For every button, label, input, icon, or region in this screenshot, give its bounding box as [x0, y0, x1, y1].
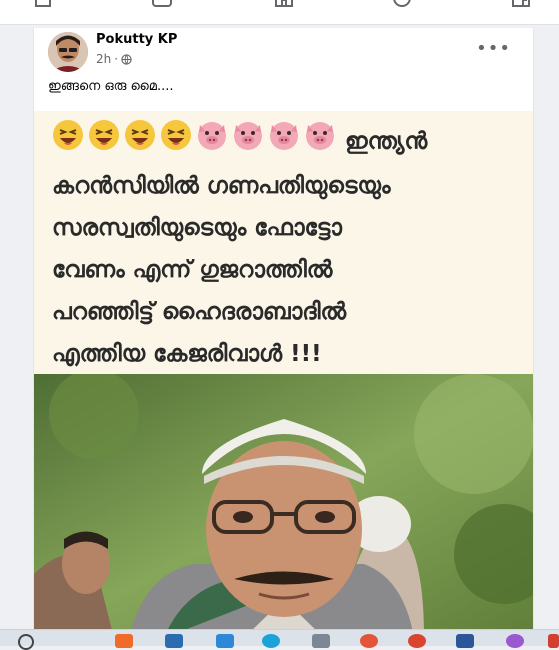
meme-line-5: പറഞ്ഞിട്ട് ഹൈദരാബാദിൽ — [52, 299, 347, 325]
top-navigation — [0, 0, 559, 25]
pig-emoji-icon — [270, 122, 298, 150]
app-icon-gray[interactable] — [312, 634, 330, 648]
windows-taskbar — [0, 629, 559, 650]
meme-line-3: സരസ്വതിയുടെയും ഫോട്ടോ — [52, 215, 342, 241]
laughing-emoji-icon — [161, 120, 191, 150]
meme-line-1: ഇന്ത്യൻ — [345, 128, 428, 155]
home-icon[interactable] — [33, 0, 53, 10]
play-icon[interactable] — [216, 634, 234, 648]
author-name[interactable]: Pokutty KP — [96, 32, 177, 47]
search-icon[interactable] — [18, 634, 34, 650]
post-time[interactable]: 2h — [96, 52, 111, 66]
meme-text-panel: ഇന്ത്യൻ കറൻസിയിൽ ഗണപതിയുടെയും സരസ്വതിയുട… — [34, 111, 533, 374]
marketplace-icon[interactable] — [274, 0, 294, 10]
meme-line-2: കറൻസിയിൽ ഗണപതിയുടെയും — [52, 173, 391, 199]
pig-emoji-icon — [306, 122, 334, 150]
meme-line-4: വേണം എന്ന് ഗുജറാത്തിൽ — [52, 257, 333, 283]
video-icon[interactable] — [152, 0, 172, 10]
app-icon-red[interactable] — [360, 634, 378, 648]
app-icon-red-2[interactable] — [408, 634, 426, 648]
groups-icon[interactable] — [392, 0, 412, 8]
laughing-emoji-icon — [53, 120, 83, 150]
globe-icon — [121, 53, 132, 65]
avatar[interactable] — [48, 32, 88, 72]
meme-line-6: എത്തിയ കേജരിവാൾ !!! — [52, 341, 322, 367]
post-image[interactable]: ഇന്ത്യൻ കറൻസിയിൽ ഗണപതിയുടെയും സരസ്വതിയുട… — [34, 111, 533, 638]
laughing-emoji-icon — [125, 120, 155, 150]
post-card: Pokutty KP 2h · ••• ഇങ്ങനെ ഒരു മൈ.... ഇന… — [33, 28, 534, 638]
post-meta: 2h · — [96, 52, 132, 66]
word-icon[interactable] — [456, 634, 474, 648]
pig-emoji-icon — [234, 122, 262, 150]
emoji-row — [52, 119, 342, 165]
post-caption: ഇങ്ങനെ ഒരു മൈ.... — [48, 79, 174, 94]
more-options-icon[interactable]: ••• — [476, 38, 511, 59]
app-icon-edge[interactable] — [548, 634, 559, 648]
meme-photo — [34, 374, 533, 638]
app-icon-purple[interactable] — [506, 634, 524, 648]
briefcase-icon[interactable] — [165, 634, 183, 648]
gaming-icon[interactable] — [511, 0, 531, 10]
browser-icon[interactable] — [262, 634, 280, 648]
app-icon-orange[interactable] — [115, 634, 133, 648]
laughing-emoji-icon — [89, 120, 119, 150]
pig-emoji-icon — [198, 122, 226, 150]
